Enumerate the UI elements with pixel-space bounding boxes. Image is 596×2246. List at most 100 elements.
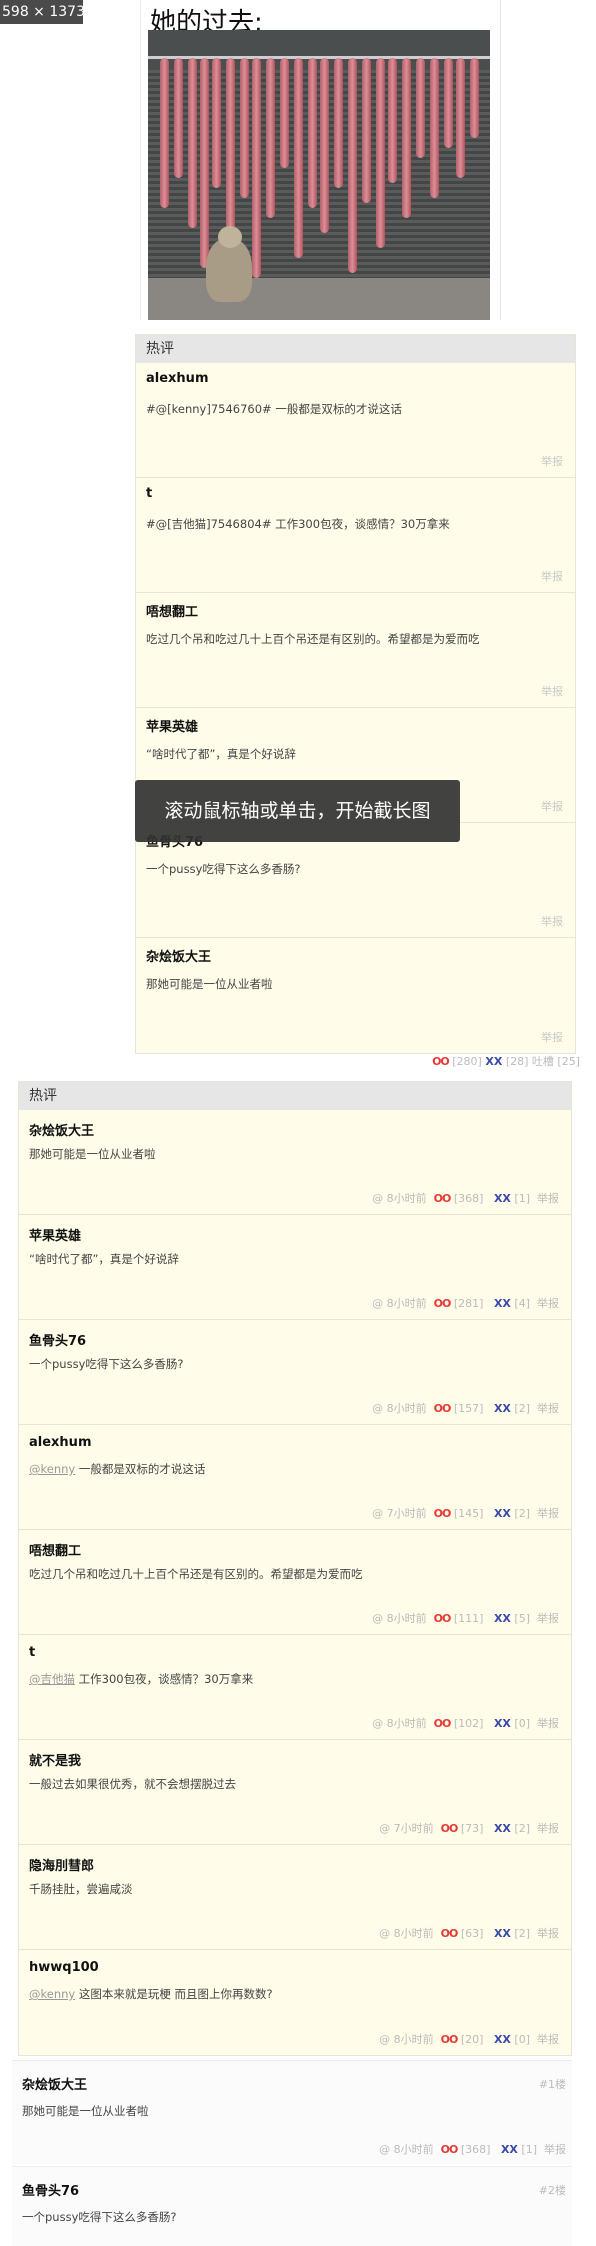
report-link[interactable]: 举报 <box>541 913 563 929</box>
xx-count: [2] <box>514 1927 530 1940</box>
oo-vote-button[interactable]: OO <box>434 1297 452 1310</box>
floor-number[interactable]: #2楼 <box>539 2182 566 2198</box>
oo-vote-button[interactable]: OO <box>434 1402 452 1415</box>
oo-vote-button[interactable]: OO <box>434 1612 452 1625</box>
report-link[interactable]: 举报 <box>537 1507 559 1520</box>
report-link[interactable]: 举报 <box>544 2143 566 2156</box>
comment-author[interactable]: hwwq100 <box>29 1960 99 1975</box>
xx-count: [28] <box>505 1055 529 1068</box>
xx-vote-button[interactable]: XX <box>494 2033 511 2046</box>
comment-author[interactable]: 唔想翻工 <box>146 601 198 620</box>
post-image[interactable] <box>148 30 490 320</box>
report-link[interactable]: 举报 <box>537 1402 559 1415</box>
comment-author[interactable]: 隐海刖彗郎 <box>29 1855 94 1874</box>
tucao-link[interactable]: 吐槽 [25] <box>532 1055 580 1068</box>
report-link[interactable]: 举报 <box>537 1612 559 1625</box>
mention-link[interactable]: @吉他猫 <box>29 1672 75 1686</box>
report-link[interactable]: 举报 <box>541 1029 563 1045</box>
comment-author[interactable]: 苹果英雄 <box>29 1225 81 1244</box>
oo-count: [368] <box>453 1192 484 1205</box>
comment-author[interactable]: 杂烩饭大王 <box>146 946 211 965</box>
sausage-strand <box>362 58 371 203</box>
sausage-strand <box>280 58 289 168</box>
oo-vote-button[interactable]: OO <box>441 2143 459 2156</box>
comment-author[interactable]: 唔想翻工 <box>29 1540 81 1559</box>
xx-vote-button[interactable]: XX <box>494 1297 511 1310</box>
xx-vote-button[interactable]: XX <box>494 1927 511 1940</box>
report-link[interactable]: 举报 <box>537 1822 559 1835</box>
oo-vote-button[interactable]: OO <box>432 1055 450 1068</box>
comment-text: “啥时代了都”，真是个好说辞 <box>29 1251 179 1267</box>
comment-time[interactable]: @ 8小时前 <box>379 1927 434 1940</box>
xx-vote-button[interactable]: XX <box>494 1612 511 1625</box>
comment-text: @kenny 这图本来就是玩梗 而且图上你再数数? <box>29 1986 273 2002</box>
xx-vote-button[interactable]: XX <box>494 1402 511 1415</box>
comment-author[interactable]: 鱼骨头76 <box>29 1330 86 1349</box>
comment-text: @kenny 一般都是双标的才说这话 <box>29 1461 205 1477</box>
comment-body: 一般过去如果很优秀，就不会想摆脱过去 <box>29 1777 236 1791</box>
image-rail <box>148 56 490 59</box>
report-link[interactable]: 举报 <box>537 1297 559 1310</box>
report-link[interactable]: 举报 <box>541 568 563 584</box>
oo-count: [102] <box>453 1717 484 1730</box>
comment-author[interactable]: 杂烩饭大王 <box>22 2074 87 2093</box>
comment-author[interactable]: 就不是我 <box>29 1750 81 1769</box>
comment-time[interactable]: @ 8小时前 <box>372 1402 427 1415</box>
comment-author[interactable]: 杂烩饭大王 <box>29 1120 94 1139</box>
report-link[interactable]: 举报 <box>541 798 563 814</box>
mention-link[interactable]: @kenny <box>29 1987 75 2001</box>
comment-text: 那她可能是一位从业者啦 <box>29 1146 156 1162</box>
report-link[interactable]: 举报 <box>537 2033 559 2046</box>
xx-vote-button[interactable]: XX <box>494 1507 511 1520</box>
comment-author[interactable]: t <box>146 486 152 501</box>
comment-body: 那她可能是一位从业者啦 <box>29 1147 156 1161</box>
oo-vote-button[interactable]: OO <box>434 1192 452 1205</box>
report-link[interactable]: 举报 <box>537 1927 559 1940</box>
hot-comment: alexhum #@[kenny]7546760# 一般都是双标的才说这话 举报 <box>136 363 575 478</box>
xx-vote-button[interactable]: XX <box>494 1822 511 1835</box>
oo-vote-button[interactable]: OO <box>434 1717 452 1730</box>
comment-time[interactable]: @ 7小时前 <box>379 1822 434 1835</box>
sausage-strand <box>416 58 425 158</box>
comment-author[interactable]: t <box>29 1645 35 1660</box>
floor-number[interactable]: #1楼 <box>539 2076 566 2092</box>
mention-link[interactable]: @kenny <box>29 1462 75 1476</box>
comment-meta: @ 8小时前 OO [63] XX [2] 举报 <box>379 1925 559 1941</box>
oo-vote-button[interactable]: OO <box>441 1822 459 1835</box>
comment-author[interactable]: 苹果英雄 <box>146 716 198 735</box>
comment-time[interactable]: @ 8小时前 <box>379 2143 434 2156</box>
sausage-strand <box>320 58 329 233</box>
comment-body: 工作300包夜，谈感情？30万拿来 <box>75 1672 254 1686</box>
report-link[interactable]: 举报 <box>537 1192 559 1205</box>
hot-comments-header: 热评 <box>136 335 575 363</box>
oo-vote-button[interactable]: OO <box>434 1507 452 1520</box>
xx-vote-button[interactable]: XX <box>485 1055 502 1068</box>
comment-author[interactable]: alexhum <box>29 1435 92 1450</box>
comment-time[interactable]: @ 8小时前 <box>372 1612 427 1625</box>
comment-author[interactable]: 鱼骨头76 <box>22 2180 79 2199</box>
oo-count: [281] <box>453 1297 484 1310</box>
comment-meta: @ 8小时前 OO [111] XX [5] 举报 <box>372 1610 559 1626</box>
report-link[interactable]: 举报 <box>541 453 563 469</box>
xx-vote-button[interactable]: XX <box>501 2143 518 2156</box>
comment-time[interactable]: @ 8小时前 <box>372 1717 427 1730</box>
report-link[interactable]: 举报 <box>541 683 563 699</box>
report-link[interactable]: 举报 <box>537 1717 559 1730</box>
comment-time[interactable]: @ 8小时前 <box>379 2033 434 2046</box>
comment-time[interactable]: @ 8小时前 <box>372 1192 427 1205</box>
oo-vote-button[interactable]: OO <box>441 2033 459 2046</box>
sausage-strand <box>240 58 249 198</box>
sausage-strand <box>388 58 397 183</box>
xx-count: [1] <box>514 1192 530 1205</box>
xx-count: [2] <box>514 1402 530 1415</box>
comment-time[interactable]: @ 7小时前 <box>372 1507 427 1520</box>
comment-text: #@[kenny]7546760# 一般都是双标的才说这话 <box>146 402 402 416</box>
comment-time[interactable]: @ 8小时前 <box>372 1297 427 1310</box>
xx-vote-button[interactable]: XX <box>494 1192 511 1205</box>
sausage-strand <box>348 58 357 273</box>
oo-vote-button[interactable]: OO <box>441 1927 459 1940</box>
comment-body: “啥时代了都”，真是个好说辞 <box>29 1252 179 1266</box>
oo-count: [157] <box>453 1402 484 1415</box>
xx-vote-button[interactable]: XX <box>494 1717 511 1730</box>
comment-author[interactable]: alexhum <box>146 371 209 386</box>
